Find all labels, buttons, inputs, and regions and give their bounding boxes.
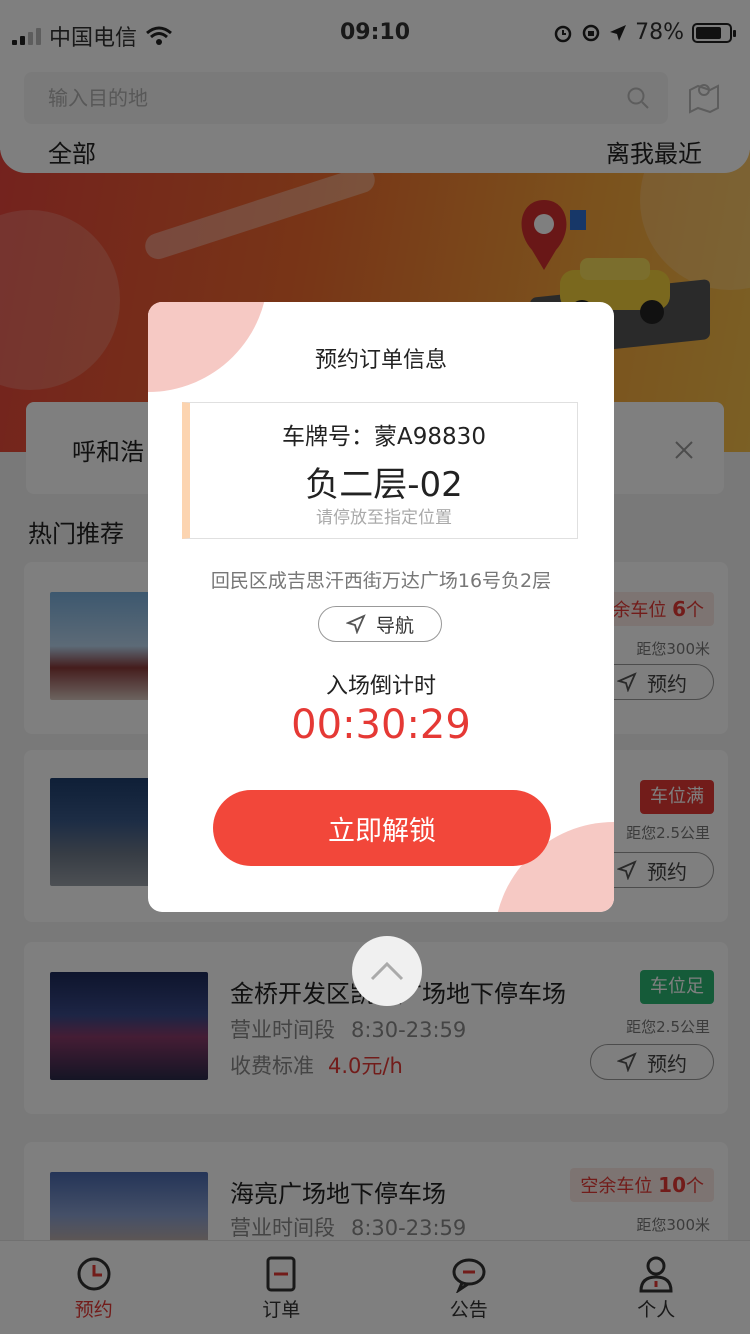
unlock-button[interactable]: 立即解锁 xyxy=(213,790,551,866)
countdown-timer: 00:30:29 xyxy=(291,702,471,748)
navigate-button[interactable]: 导航 xyxy=(318,606,442,642)
address: 回民区成吉思汗西街万达广场16号负2层 xyxy=(210,570,552,592)
chevron-up-icon xyxy=(370,961,404,981)
order-info-dialog: 预约订单信息 车牌号：蒙A98830 负二层-02 请停放至指定位置 回民区成吉… xyxy=(148,302,614,912)
dialog-title: 预约订单信息 xyxy=(314,348,447,373)
parking-hint: 请停放至指定位置 xyxy=(316,508,452,528)
navigation-icon xyxy=(345,614,366,634)
parking-ticket: 车牌号：蒙A98830 负二层-02 请停放至指定位置 xyxy=(182,402,578,539)
collapse-button[interactable] xyxy=(352,936,422,1006)
parking-slot: 负二层-02 xyxy=(305,465,463,505)
countdown-label: 入场倒计时 xyxy=(325,674,436,699)
plate-number: 车牌号：蒙A98830 xyxy=(282,424,486,450)
